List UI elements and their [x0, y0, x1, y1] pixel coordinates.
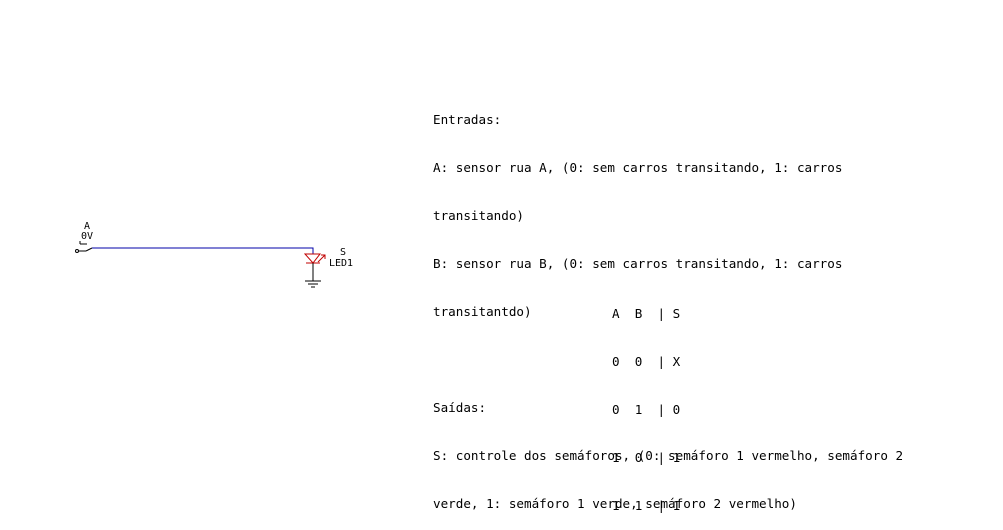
ground-icon [305, 263, 321, 288]
led-name-label: S [340, 247, 346, 258]
spec-line: Entradas: [433, 112, 502, 127]
truth-table-row: 1 0 | 1 [612, 450, 681, 465]
truth-table: A B | S 0 0 | X 0 1 | 0 1 0 | 1 1 1 | 1 [612, 274, 680, 530]
truth-table-row: 0 1 | 0 [612, 402, 681, 417]
truth-table-row: 1 1 | 1 [612, 498, 681, 513]
truth-table-header: A B | S [612, 306, 681, 321]
switch-a[interactable] [75, 241, 93, 253]
switch-value-label: 0V [81, 231, 93, 242]
spec-line: A: sensor rua A, (0: sem carros transita… [433, 160, 843, 175]
wire [92, 247, 314, 254]
truth-table-row: 0 0 | X [612, 354, 681, 369]
spec-line: B: sensor rua B, (0: sem carros transita… [433, 256, 843, 271]
led-ref-label: LED1 [329, 258, 353, 269]
led-icon [303, 253, 326, 264]
spec-line: transitando) [433, 208, 524, 223]
